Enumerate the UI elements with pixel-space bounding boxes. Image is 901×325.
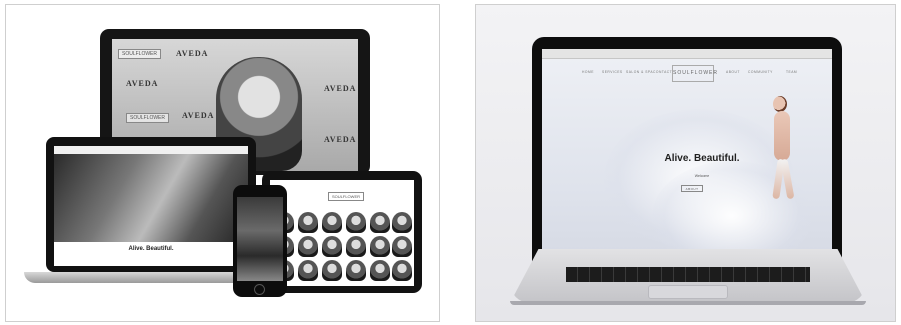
team-photo [322,236,342,257]
smartphone-device [233,185,287,297]
laptop-screen: Alive. Beautiful. [54,146,248,266]
team-photo [392,236,412,257]
nav-item-salon[interactable]: SALON & SPA [626,70,653,74]
aveda-logo-1: AVEDA [126,79,159,88]
team-photo [346,236,366,257]
team-photo [346,212,366,233]
aveda-logo-3: AVEDA [182,111,215,120]
right-macbook-mockup: HOME SERVICES SALON & SPA CONTACT SOULFL… [475,4,896,322]
nav-item-team[interactable]: TEAM [786,70,797,74]
nav-item-about[interactable]: ABOUT [726,70,740,74]
team-photo [322,212,342,233]
left-device-montage: AVEDA AVEDA AVEDA AVEDA AVEDA SOULFLOWER… [5,4,440,322]
aveda-logo-5: AVEDA [324,135,357,144]
laptop-site-nav [54,146,248,154]
macbook-screen: HOME SERVICES SALON & SPA CONTACT SOULFL… [542,49,832,281]
laptop-hero-photo [54,154,248,242]
laptop-device: Alive. Beautiful. [46,137,256,272]
team-photo [322,260,342,281]
site-logo[interactable]: SOULFLOWER [672,65,717,82]
monitor-soulflower-logo-1: SOULFLOWER [118,49,162,59]
nav-item-contact[interactable]: CONTACT [653,70,672,74]
home-button-icon [254,284,265,295]
hero-subline: Welcome [694,174,710,178]
team-photo [392,212,412,233]
macbook-lid: HOME SERVICES SALON & SPA CONTACT SOULFL… [532,37,842,285]
team-photo [370,260,390,281]
tablet-soulflower-logo: SOULFLOWER [328,192,365,201]
team-photo [346,260,366,281]
hero-dancer-head [773,96,787,112]
aveda-logo-4: AVEDA [324,84,357,93]
team-photo [298,212,318,233]
site-navigation: HOME SERVICES SALON & SPA CONTACT SOULFL… [542,65,832,85]
tablet-screen: SOULFLOWER [270,180,414,286]
monitor-soulflower-logo-2: SOULFLOWER [126,113,170,123]
macbook-trackpad [648,285,728,299]
hero-headline: Alive. Beautiful. [664,153,740,164]
laptop-content-band: Alive. Beautiful. [54,242,248,266]
hero-dancer-body [774,111,790,161]
laptop-headline: Alive. Beautiful. [128,246,174,252]
team-photo [370,212,390,233]
phone-screen [237,197,283,281]
team-photo [298,236,318,257]
macbook-keyboard [566,267,810,282]
browser-toolbar [542,49,832,59]
macbook-base-lip [510,301,866,305]
team-photo [298,260,318,281]
team-photo [370,236,390,257]
team-photo [392,260,412,281]
nav-item-community[interactable]: COMMUNITY [748,70,773,74]
hero-cta-button[interactable]: ABOUT [681,185,703,192]
aveda-logo-2: AVEDA [176,49,209,58]
nav-item-services[interactable]: SERVICES [602,70,623,74]
nav-item-home[interactable]: HOME [582,70,594,74]
